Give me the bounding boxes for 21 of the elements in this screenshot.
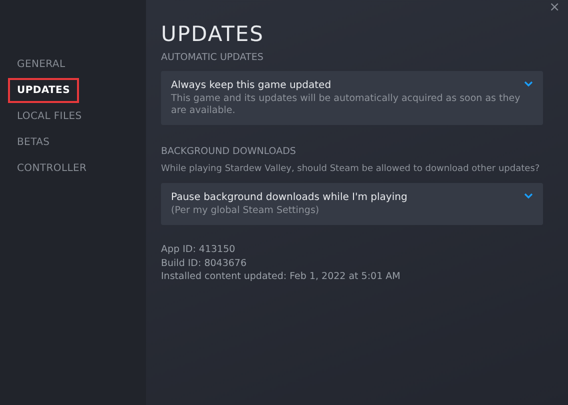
info-text: Build ID: 8043676 <box>161 256 248 270</box>
dropdown-description: This game and its updates will be automatically acquired as soon as they are available. <box>171 93 522 118</box>
close-button[interactable]: × <box>547 0 562 16</box>
dropdown-description: (Per my global Steam Settings) <box>171 204 320 217</box>
dropdown-value: Always keep this game updated <box>171 79 332 94</box>
chevron-down-icon <box>524 192 533 199</box>
sidebar-item[interactable]: UPDATES <box>8 78 79 103</box>
page-title: UPDATES <box>161 22 265 48</box>
setting-dropdown[interactable]: Always keep this game updated This game and its updates will be automatically acquired as soon as they are available. <box>161 71 543 126</box>
sidebar-item[interactable]: LOCAL FILES <box>8 104 91 129</box>
chevron-down-icon <box>524 81 533 88</box>
sidebar-item[interactable]: GENERAL <box>8 52 74 77</box>
info-text: App ID: 413150 <box>161 242 236 257</box>
sidebar-item[interactable]: BETAS <box>8 130 59 155</box>
dropdown-value: Pause background downloads while I'm playing <box>171 190 408 205</box>
section-heading: BACKGROUND DOWNLOADS <box>161 145 297 160</box>
sidebar-item[interactable]: CONTROLLER <box>8 156 96 181</box>
setting-dropdown[interactable]: Pause background downloads while I'm playing (Per my global Steam Settings) <box>161 182 543 225</box>
section-question: While playing Stardew Valley, should Steam be allowed to download other updates? <box>161 163 541 176</box>
section-heading: AUTOMATIC UPDATES <box>161 51 264 66</box>
info-text: Installed content updated: Feb 1, 2022 at 5:01 AM <box>161 270 402 284</box>
